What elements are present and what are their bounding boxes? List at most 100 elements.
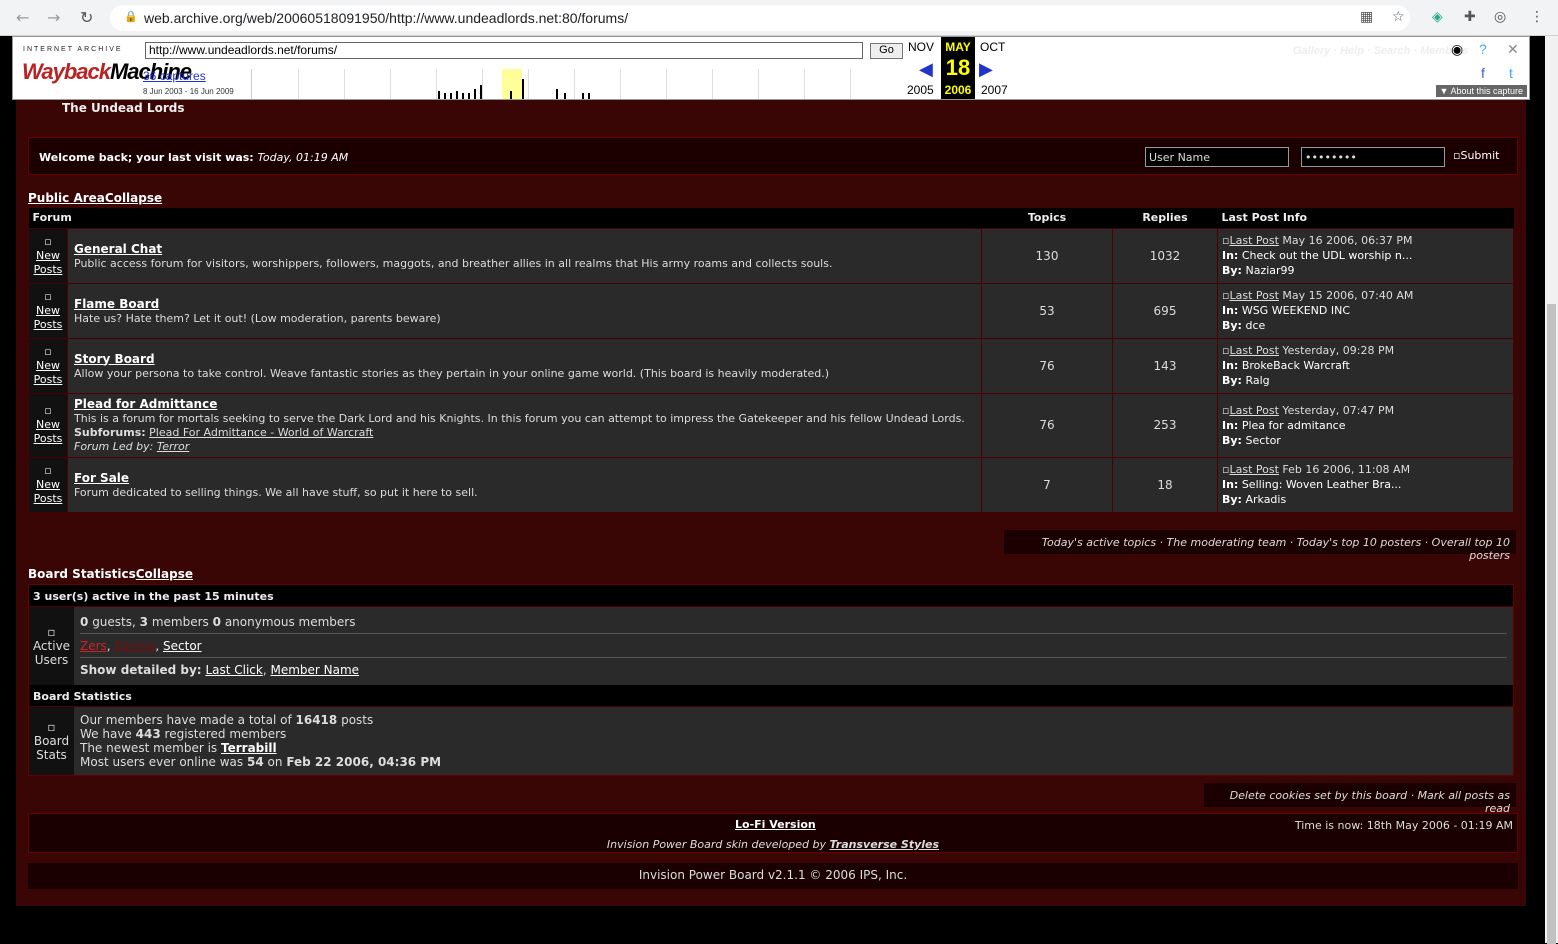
forward-icon[interactable]: → — [47, 8, 60, 27]
forum-desc: Hate us? Hate them? Let it out! (Low mod… — [74, 311, 441, 325]
capture-bar[interactable] — [556, 89, 558, 99]
user-link[interactable]: Kanine — [114, 639, 155, 653]
prev-arrow-icon[interactable]: ◀ — [919, 59, 933, 80]
capture-bar[interactable] — [456, 91, 458, 99]
scrollbar-thumb[interactable] — [1547, 304, 1556, 944]
newest-member-link[interactable]: Terrabill — [221, 741, 277, 755]
capture-bar[interactable] — [522, 79, 524, 99]
last-poster-link[interactable]: Sector — [1245, 434, 1280, 447]
breadcrumb[interactable]: The Undead Lords — [62, 101, 184, 115]
address-bar[interactable]: 🔒 web.archive.org/web/20060518091950/htt… — [110, 5, 1410, 31]
go-button[interactable]: Go — [870, 43, 903, 59]
last-post-link[interactable]: Last Post — [1229, 463, 1278, 476]
col-forum: Forum — [28, 208, 982, 228]
capture-bar[interactable] — [480, 85, 482, 99]
twitter-icon[interactable]: t — [1509, 65, 1513, 81]
capture-bar[interactable] — [582, 93, 584, 99]
public-area-header[interactable]: Public AreaCollapse — [28, 191, 162, 205]
facebook-icon[interactable]: f — [1481, 65, 1485, 81]
capture-bar[interactable] — [588, 93, 590, 99]
collapse-link[interactable]: Collapse — [136, 567, 193, 581]
help-icon[interactable]: ? — [1479, 41, 1487, 57]
last-poster-link[interactable]: Naziar99 — [1245, 264, 1294, 277]
last-post-link[interactable]: Last Post — [1229, 234, 1278, 247]
capture-bar[interactable] — [474, 89, 476, 99]
qr-icon[interactable]: ▦ — [1360, 9, 1373, 25]
account-icon[interactable]: ◉ — [1451, 41, 1463, 58]
board-stats-header: Board Statistics — [29, 685, 1513, 706]
active-users-icon: ▫ Active Users — [29, 607, 74, 685]
captures-link[interactable]: 36 captures — [143, 69, 206, 83]
last-topic-link[interactable]: Selling: Woven Leather Bra... — [1242, 478, 1402, 491]
forum-desc: Allow your persona to take control. Weav… — [74, 366, 830, 380]
skin-author-link[interactable]: Transverse Styles — [830, 838, 940, 851]
back-icon[interactable]: ← — [16, 8, 29, 27]
topics-count: 130 — [981, 227, 1113, 284]
led-by-link[interactable]: Terror — [157, 440, 189, 453]
last-post-link[interactable]: Last Post — [1229, 344, 1278, 357]
forum-link[interactable]: For Sale — [74, 471, 981, 485]
prev-month[interactable]: NOV — [908, 40, 934, 54]
last-topic-link[interactable]: WSG WEEKEND INC — [1242, 304, 1350, 317]
quick-stat-links[interactable]: Today's active topics · The moderating t… — [1004, 530, 1516, 562]
forum-link[interactable]: Flame Board — [74, 297, 981, 311]
menu-icon[interactable]: ⋮ — [1530, 9, 1544, 25]
powered-by[interactable]: Invision Power Board v2.1.1 © 2006 IPS, … — [28, 863, 1518, 889]
capture-bar[interactable] — [462, 93, 464, 99]
prev-year[interactable]: 2005 — [907, 83, 934, 97]
capture-bar[interactable] — [510, 91, 512, 99]
username-input[interactable]: User Name — [1145, 147, 1289, 167]
board-stats-row: ▫ Board Stats Our members have made a tota… — [29, 706, 1513, 775]
scrollbar[interactable] — [1545, 36, 1558, 944]
next-arrow-icon[interactable]: ▶ — [979, 59, 993, 80]
extension-icon[interactable]: ◈ — [1432, 9, 1443, 25]
capture-bar[interactable] — [444, 93, 446, 99]
last-poster-link[interactable]: Ralg — [1245, 374, 1269, 387]
last-poster-link[interactable]: dce — [1245, 319, 1265, 332]
public-area-title[interactable]: Public Area — [28, 191, 105, 205]
forum-link[interactable]: General Chat — [74, 242, 981, 256]
current-year: 2006 — [944, 83, 972, 97]
star-icon[interactable]: ☆ — [1392, 9, 1405, 25]
last-topic-link[interactable]: BrokeBack Warcraft — [1242, 359, 1350, 372]
next-month[interactable]: OCT — [980, 40, 1005, 54]
subforum-link[interactable]: Plead For Admittance - World of Warcraft — [149, 426, 373, 439]
collapse-link[interactable]: Collapse — [105, 191, 162, 205]
last-post-date: May 16 2006, 06:37 PM — [1282, 234, 1413, 247]
user-link[interactable]: Sector — [163, 639, 202, 653]
about-capture-button[interactable]: ▼ About this capture — [1435, 85, 1527, 97]
user-link[interactable]: Zers — [80, 639, 107, 653]
skin-credit: Invision Power Board skin developed by T… — [606, 838, 940, 851]
capture-bar[interactable] — [438, 91, 440, 99]
submit-button[interactable]: ▫Submit — [1453, 149, 1500, 162]
next-year[interactable]: 2007 — [981, 83, 1008, 97]
forum-link[interactable]: Plead for Admittance — [74, 397, 981, 411]
capture-bar[interactable] — [468, 93, 470, 99]
lofi-link[interactable]: Lo-Fi Version — [735, 818, 816, 831]
year-divider — [620, 69, 621, 99]
reload-icon[interactable]: ↻ — [80, 8, 93, 27]
current-day: 18 — [945, 55, 971, 80]
topics-count: 7 — [981, 456, 1113, 513]
cookie-links[interactable]: Delete cookies set by this board · Mark … — [1204, 783, 1516, 815]
last-click-link[interactable]: Last Click — [205, 663, 262, 677]
profile-icon[interactable]: ◎ — [1494, 9, 1506, 25]
capture-bar[interactable] — [564, 93, 566, 99]
subforums-label: Subforums: — [74, 426, 146, 439]
puzzle-icon[interactable]: ✚ — [1464, 9, 1476, 25]
last-post-link[interactable]: Last Post — [1229, 289, 1278, 302]
year-divider — [390, 69, 391, 99]
close-icon[interactable]: ✕ — [1507, 41, 1519, 58]
board-statistics-header[interactable]: Board StatisticsCollapse — [28, 567, 193, 581]
capture-sparkline[interactable] — [251, 69, 903, 99]
last-post-link[interactable]: Last Post — [1229, 404, 1278, 417]
password-input[interactable]: •••••••• — [1301, 147, 1445, 167]
new-posts-icon: ▫ New Posts — [28, 456, 68, 513]
wayback-url-input[interactable]: http://www.undeadlords.net/forums/ — [145, 42, 863, 59]
last-topic-link[interactable]: Plea for admitance — [1242, 419, 1346, 432]
last-topic-link[interactable]: Check out the UDL worship n... — [1242, 249, 1413, 262]
last-poster-link[interactable]: Arkadis — [1245, 493, 1286, 506]
capture-bar[interactable] — [450, 93, 452, 99]
forum-link[interactable]: Story Board — [74, 352, 981, 366]
member-name-link[interactable]: Member Name — [270, 663, 359, 677]
